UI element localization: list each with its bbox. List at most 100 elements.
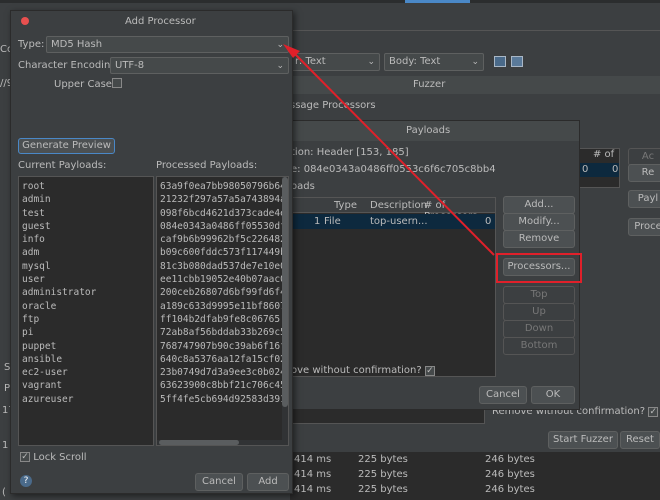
payloads-table-header: Type Description # of Processors <box>292 198 495 222</box>
list-item[interactable]: 200ceb26807d6bf99fd6f4 <box>157 286 288 299</box>
payload-modify-button[interactable]: Modify... <box>503 213 575 231</box>
processor-titlebar: Add Processor <box>11 11 292 31</box>
scroll-thumb[interactable] <box>282 177 288 407</box>
bg-payloads-button[interactable]: Payl <box>628 190 660 208</box>
close-dot-icon[interactable] <box>21 17 29 25</box>
list-item[interactable]: 63623900c8bbf21c706c45 <box>157 379 288 392</box>
list-item[interactable]: ec2-user <box>19 366 153 379</box>
current-payloads-list[interactable]: root admin test guest info adm mysql use… <box>18 176 154 446</box>
payload-remove-confirm-label: ove without confirmation? <box>291 365 422 376</box>
move-bottom-button[interactable]: Bottom <box>503 337 575 355</box>
list-item[interactable]: root <box>19 180 153 193</box>
list-item[interactable]: caf9b6b99962bf5c226482 <box>157 233 288 246</box>
start-fuzzer-button[interactable]: Start Fuzzer <box>548 431 618 449</box>
list-item[interactable]: ftp <box>19 313 153 326</box>
result-row[interactable]: 414 ms 225 bytes 246 bytes <box>290 484 660 498</box>
chevron-down-icon: ⌄ <box>276 61 284 71</box>
list-item[interactable]: 5ff4fe5cb694d92583d391 <box>157 393 288 406</box>
payload-remove-button[interactable]: Remove <box>503 230 575 248</box>
checkbox-checked-icon[interactable]: ✓ <box>20 452 30 462</box>
bg-locations-table: # of 0 0 <box>578 148 620 188</box>
payloads-cancel-button[interactable]: Cancel <box>479 386 527 404</box>
left-paren-label: ( <box>2 487 6 498</box>
tab-message-processors[interactable]: ssage Processors <box>290 100 376 111</box>
result-row[interactable]: 414 ms 225 bytes 246 bytes <box>290 469 660 483</box>
payloads-ok-button[interactable]: OK <box>531 386 575 404</box>
chevron-down-icon: ⌄ <box>367 57 375 67</box>
list-item[interactable]: 23b0749d7d3a9ee3c0b024 <box>157 366 288 379</box>
processors-button[interactable]: Processors... <box>503 258 575 276</box>
move-down-button[interactable]: Down <box>503 320 575 338</box>
lock-scroll-label: Lock Scroll <box>33 452 87 463</box>
list-item[interactable]: admin <box>19 193 153 206</box>
list-item[interactable]: ee11cbb19052e40b07aac0 <box>157 273 288 286</box>
processed-payloads-label: Processed Payloads: <box>156 160 258 171</box>
tab-message-processors-label: ssage Processors <box>290 100 376 111</box>
list-item[interactable]: 084e0343a0486ff05530df <box>157 220 288 233</box>
body-view-combo[interactable]: Body: Text ⌄ <box>384 53 484 71</box>
payload-location: tion: Header [153, 185] <box>291 147 409 158</box>
header-view-combo[interactable]: r: Text ⌄ <box>290 53 380 71</box>
vertical-scrollbar[interactable] <box>282 177 288 445</box>
checkbox-checked-icon[interactable]: ✓ <box>648 407 659 417</box>
bg-table-header: # of <box>593 149 615 160</box>
move-top-button[interactable]: Top <box>503 286 575 304</box>
help-icon[interactable]: ? <box>20 475 32 487</box>
processed-payloads-list[interactable]: 63a9f0ea7bb98050796b64 21232f297a57a5a74… <box>156 176 289 446</box>
current-payloads-items: root admin test guest info adm mysql use… <box>19 177 153 406</box>
list-item[interactable]: 63a9f0ea7bb98050796b64 <box>157 180 288 193</box>
move-up-button[interactable]: Up <box>503 303 575 321</box>
list-item[interactable]: azureuser <box>19 393 153 406</box>
reset-button[interactable]: Reset <box>620 431 660 449</box>
list-item[interactable]: 640c8a5376aa12fa15cf02 <box>157 353 288 366</box>
col-description[interactable]: Description <box>370 200 427 211</box>
checkbox-checked-icon[interactable]: ✓ <box>424 366 435 376</box>
type-select[interactable]: MD5 Hash ⌄ <box>46 36 289 53</box>
chevron-down-icon: ⌄ <box>276 40 284 50</box>
processed-payloads-items: 63a9f0ea7bb98050796b64 21232f297a57a5a74… <box>157 177 288 406</box>
horizontal-scrollbar[interactable] <box>157 440 282 445</box>
list-item[interactable]: puppet <box>19 340 153 353</box>
bg-remove-button[interactable]: Re <box>628 164 660 182</box>
scroll-thumb[interactable] <box>159 440 239 445</box>
list-item[interactable]: oracle <box>19 300 153 313</box>
list-item[interactable]: 72ab8af56bddab33b269c5 <box>157 326 288 339</box>
layout-tabs-icon[interactable] <box>511 56 523 67</box>
list-item[interactable]: b09c600fddc573f117449b <box>157 246 288 259</box>
list-item[interactable]: 098f6bcd4621d373cade4e <box>157 207 288 220</box>
payload-value: e: 084e0343a0486ff0553c6f6c705c8bb4 <box>291 164 496 175</box>
list-item[interactable]: 21232f297a57a5a743894a <box>157 193 288 206</box>
processor-add-button[interactable]: Add <box>247 473 289 491</box>
payload-add-button[interactable]: Add... <box>503 196 575 214</box>
generate-preview-button[interactable]: Generate Preview <box>18 138 115 154</box>
current-payloads-label: Current Payloads: <box>18 160 107 171</box>
encoding-select[interactable]: UTF-8 ⌄ <box>110 57 289 74</box>
result-row[interactable]: 414 ms 225 bytes 246 bytes <box>290 454 660 468</box>
list-item[interactable]: adm <box>19 246 153 259</box>
list-item[interactable]: administrator <box>19 286 153 299</box>
type-label: Type: <box>18 39 45 50</box>
processor-cancel-button[interactable]: Cancel <box>195 473 243 491</box>
lock-scroll-option[interactable]: ✓ Lock Scroll <box>20 452 87 463</box>
left-1-label: 1 <box>2 440 9 451</box>
add-processor-dialog: Add Processor Type: MD5 Hash ⌄ Character … <box>10 10 293 494</box>
list-item[interactable]: 768747907b90c39ab6f16f <box>157 340 288 353</box>
bg-table-row[interactable]: 0 0 <box>579 163 619 177</box>
table-row[interactable]: 1 File top-usern... 0 <box>292 214 495 229</box>
col-type[interactable]: Type <box>334 200 357 211</box>
list-item[interactable]: a189c633d9995e11bf8607 <box>157 300 288 313</box>
list-item[interactable]: ff104b2dfab9fe8c06765 <box>157 313 288 326</box>
list-item[interactable]: pi <box>19 326 153 339</box>
list-item[interactable]: info <box>19 233 153 246</box>
list-item[interactable]: ansible <box>19 353 153 366</box>
list-item[interactable]: vagrant <box>19 379 153 392</box>
payload-remove-confirm[interactable]: ove without confirmation? ✓ <box>291 365 435 376</box>
list-item[interactable]: user <box>19 273 153 286</box>
upper-case-checkbox[interactable] <box>112 78 122 88</box>
layout-split-icon[interactable] <box>494 56 506 67</box>
bg-processors-button[interactable]: Proce <box>628 218 660 236</box>
list-item[interactable]: guest <box>19 220 153 233</box>
list-item[interactable]: test <box>19 207 153 220</box>
list-item[interactable]: 81c3b080dad537de7e10e0 <box>157 260 288 273</box>
list-item[interactable]: mysql <box>19 260 153 273</box>
